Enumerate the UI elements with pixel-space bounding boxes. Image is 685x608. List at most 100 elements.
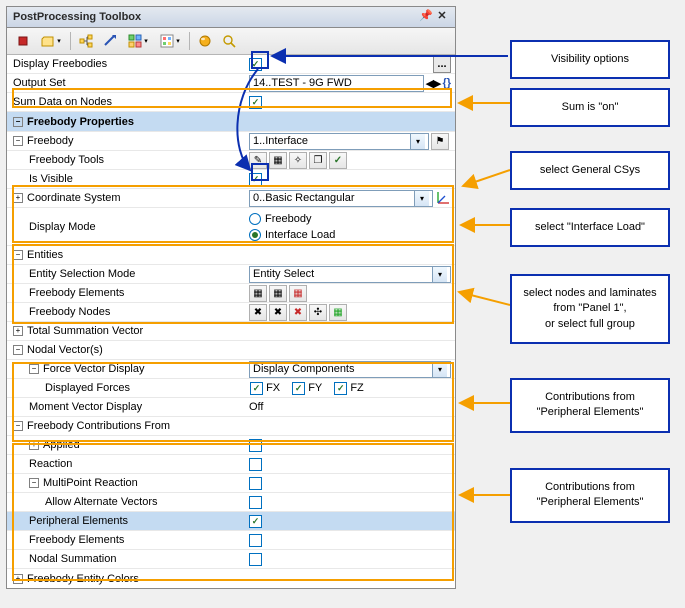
tool-arrow[interactable] bbox=[99, 30, 121, 52]
row-freebody-tools: Freebody Tools ✎ ▦ ✧ ❐ ✓ bbox=[7, 151, 455, 170]
tool-edit-icon[interactable]: ✎ bbox=[249, 152, 267, 169]
label-fb-properties: Freebody Properties bbox=[27, 116, 134, 128]
combo-fvd[interactable]: Display Components ▾ bbox=[249, 361, 451, 378]
tool-sphere[interactable] bbox=[194, 30, 216, 52]
value-mvd: Off bbox=[249, 401, 263, 413]
postprocessing-panel: PostProcessing Toolbox 📌 ✕ ▾ ▾ ▾ Display… bbox=[6, 6, 456, 589]
radio-interface-load[interactable] bbox=[249, 229, 261, 241]
combo-csys[interactable]: 0..Basic Rectangular ▾ bbox=[249, 190, 433, 207]
combo-output-set-value: 14..TEST - 9G FWD bbox=[253, 77, 420, 89]
row-sel-mode: Entity Selection Mode Entity Select ▾ bbox=[7, 265, 455, 284]
row-freebody: − Freebody 1..Interface ▾ ⚑ bbox=[7, 132, 455, 151]
expander-properties[interactable]: − bbox=[13, 117, 23, 127]
row-is-visible: Is Visible ✓ bbox=[7, 170, 455, 189]
expander-nodal-vec[interactable]: − bbox=[13, 345, 23, 355]
node-pick2-icon[interactable]: ✖ bbox=[269, 304, 287, 321]
pin-icon[interactable]: 📌 bbox=[419, 10, 433, 24]
node-del-icon[interactable]: ✖ bbox=[289, 304, 307, 321]
label-mvd: Moment Vector Display bbox=[7, 398, 249, 416]
label-output-set: Output Set bbox=[7, 74, 249, 92]
freebody-flag-icon[interactable]: ⚑ bbox=[431, 133, 449, 150]
tool-copy-icon[interactable]: ❐ bbox=[309, 152, 327, 169]
options-button[interactable]: ... bbox=[433, 56, 451, 73]
check-fz[interactable]: ✓ bbox=[334, 382, 347, 395]
tool-grid[interactable]: ▾ bbox=[123, 30, 153, 52]
label-freebody-tools: Freebody Tools bbox=[7, 151, 249, 169]
row-entities: − Entities bbox=[7, 246, 455, 265]
callout-sum: Sum is "on" bbox=[510, 88, 670, 127]
expander-fvd[interactable]: − bbox=[29, 364, 39, 374]
elem-del-icon[interactable]: ▦ bbox=[289, 285, 307, 302]
elem-pick-icon[interactable]: ▦ bbox=[249, 285, 267, 302]
row-applied: + Applied bbox=[7, 436, 455, 455]
check-allow-alt[interactable] bbox=[249, 496, 262, 509]
tool-check-icon[interactable]: ✓ bbox=[329, 152, 347, 169]
chevron-down-icon[interactable]: ▾ bbox=[414, 191, 429, 206]
check-nodal-sum[interactable] bbox=[249, 553, 262, 566]
label-fz: FZ bbox=[350, 382, 363, 394]
panel-title: PostProcessing Toolbox bbox=[13, 11, 141, 23]
node-target-icon[interactable]: ✣ bbox=[309, 304, 327, 321]
combo-output-set[interactable]: 14..TEST - 9G FWD bbox=[249, 75, 424, 92]
expander-applied[interactable]: + bbox=[29, 440, 39, 450]
check-display-freebodies[interactable]: ✓ bbox=[249, 58, 262, 71]
combo-sel-mode[interactable]: Entity Select ▾ bbox=[249, 266, 451, 283]
expander-total-sum[interactable]: + bbox=[13, 326, 23, 336]
combo-freebody[interactable]: 1..Interface ▾ bbox=[249, 133, 429, 150]
tool-search[interactable] bbox=[218, 30, 240, 52]
chevron-down-icon[interactable]: ▾ bbox=[432, 267, 447, 282]
label-nodal-vec: Nodal Vector(s) bbox=[27, 344, 103, 356]
expander-contrib[interactable]: − bbox=[13, 421, 23, 431]
radio-freebody[interactable] bbox=[249, 213, 261, 225]
tool-cube[interactable] bbox=[12, 30, 34, 52]
callout-csys: select General CSys bbox=[510, 151, 670, 190]
radio-freebody-label: Freebody bbox=[265, 213, 311, 225]
tool-open[interactable]: ▾ bbox=[36, 30, 66, 52]
check-fb-elems2[interactable] bbox=[249, 534, 262, 547]
chevron-down-icon[interactable]: ▾ bbox=[410, 134, 425, 149]
label-multipoint: MultiPoint Reaction bbox=[43, 477, 138, 489]
chevron-down-icon[interactable]: ▾ bbox=[432, 362, 447, 377]
expander-multipoint[interactable]: − bbox=[29, 478, 39, 488]
label-fx: FX bbox=[266, 382, 280, 394]
tool-wizard-icon[interactable]: ✧ bbox=[289, 152, 307, 169]
check-is-visible[interactable]: ✓ bbox=[249, 173, 262, 186]
check-applied[interactable] bbox=[249, 439, 262, 452]
row-reaction: Reaction bbox=[7, 455, 455, 474]
label-allow-alt: Allow Alternate Vectors bbox=[7, 493, 249, 511]
row-contrib: − Freebody Contributions From bbox=[7, 417, 455, 436]
tool-palette[interactable]: ▾ bbox=[155, 30, 185, 52]
label-display-freebodies: Display Freebodies bbox=[7, 55, 249, 73]
callout-contrib1: Contributions from "Peripheral Elements" bbox=[510, 378, 670, 433]
row-entity-colors: + Freebody Entity Colors bbox=[7, 569, 455, 588]
combo-freebody-value: 1..Interface bbox=[253, 135, 410, 147]
tool-table-icon[interactable]: ▦ bbox=[269, 152, 287, 169]
check-multipoint[interactable] bbox=[249, 477, 262, 490]
label-fvd: Force Vector Display bbox=[43, 363, 144, 375]
check-reaction[interactable] bbox=[249, 458, 262, 471]
label-sum-data: Sum Data on Nodes bbox=[7, 93, 249, 111]
check-peripheral[interactable]: ✓ bbox=[249, 515, 262, 528]
row-force-vec-disp: − Force Vector Display Display Component… bbox=[7, 360, 455, 379]
label-disp-forces: Displayed Forces bbox=[7, 379, 249, 397]
elem-add-icon[interactable]: ▦ bbox=[269, 285, 287, 302]
check-sum-data[interactable]: ✓ bbox=[249, 96, 262, 109]
close-icon[interactable]: ✕ bbox=[435, 10, 449, 24]
label-peripheral: Peripheral Elements bbox=[7, 512, 249, 530]
label-total-sum: Total Summation Vector bbox=[27, 325, 143, 337]
tool-tree[interactable] bbox=[75, 30, 97, 52]
expander-csys[interactable]: + bbox=[13, 193, 23, 203]
nav-prev-next-icon[interactable]: ◀▶ bbox=[426, 77, 441, 90]
filter-icon[interactable]: {} bbox=[442, 77, 451, 89]
expander-colors[interactable]: + bbox=[13, 574, 23, 584]
node-grid-icon[interactable]: ▦ bbox=[329, 304, 347, 321]
label-fy: FY bbox=[308, 382, 322, 394]
row-sum-data: Sum Data on Nodes ✓ bbox=[7, 93, 455, 112]
expander-entities[interactable]: − bbox=[13, 250, 23, 260]
expander-freebody[interactable]: − bbox=[13, 136, 23, 146]
row-display-mode: Display Mode Freebody Interface Load bbox=[7, 208, 455, 246]
axis-icon[interactable] bbox=[435, 190, 451, 206]
check-fx[interactable]: ✓ bbox=[250, 382, 263, 395]
node-pick-icon[interactable]: ✖ bbox=[249, 304, 267, 321]
check-fy[interactable]: ✓ bbox=[292, 382, 305, 395]
